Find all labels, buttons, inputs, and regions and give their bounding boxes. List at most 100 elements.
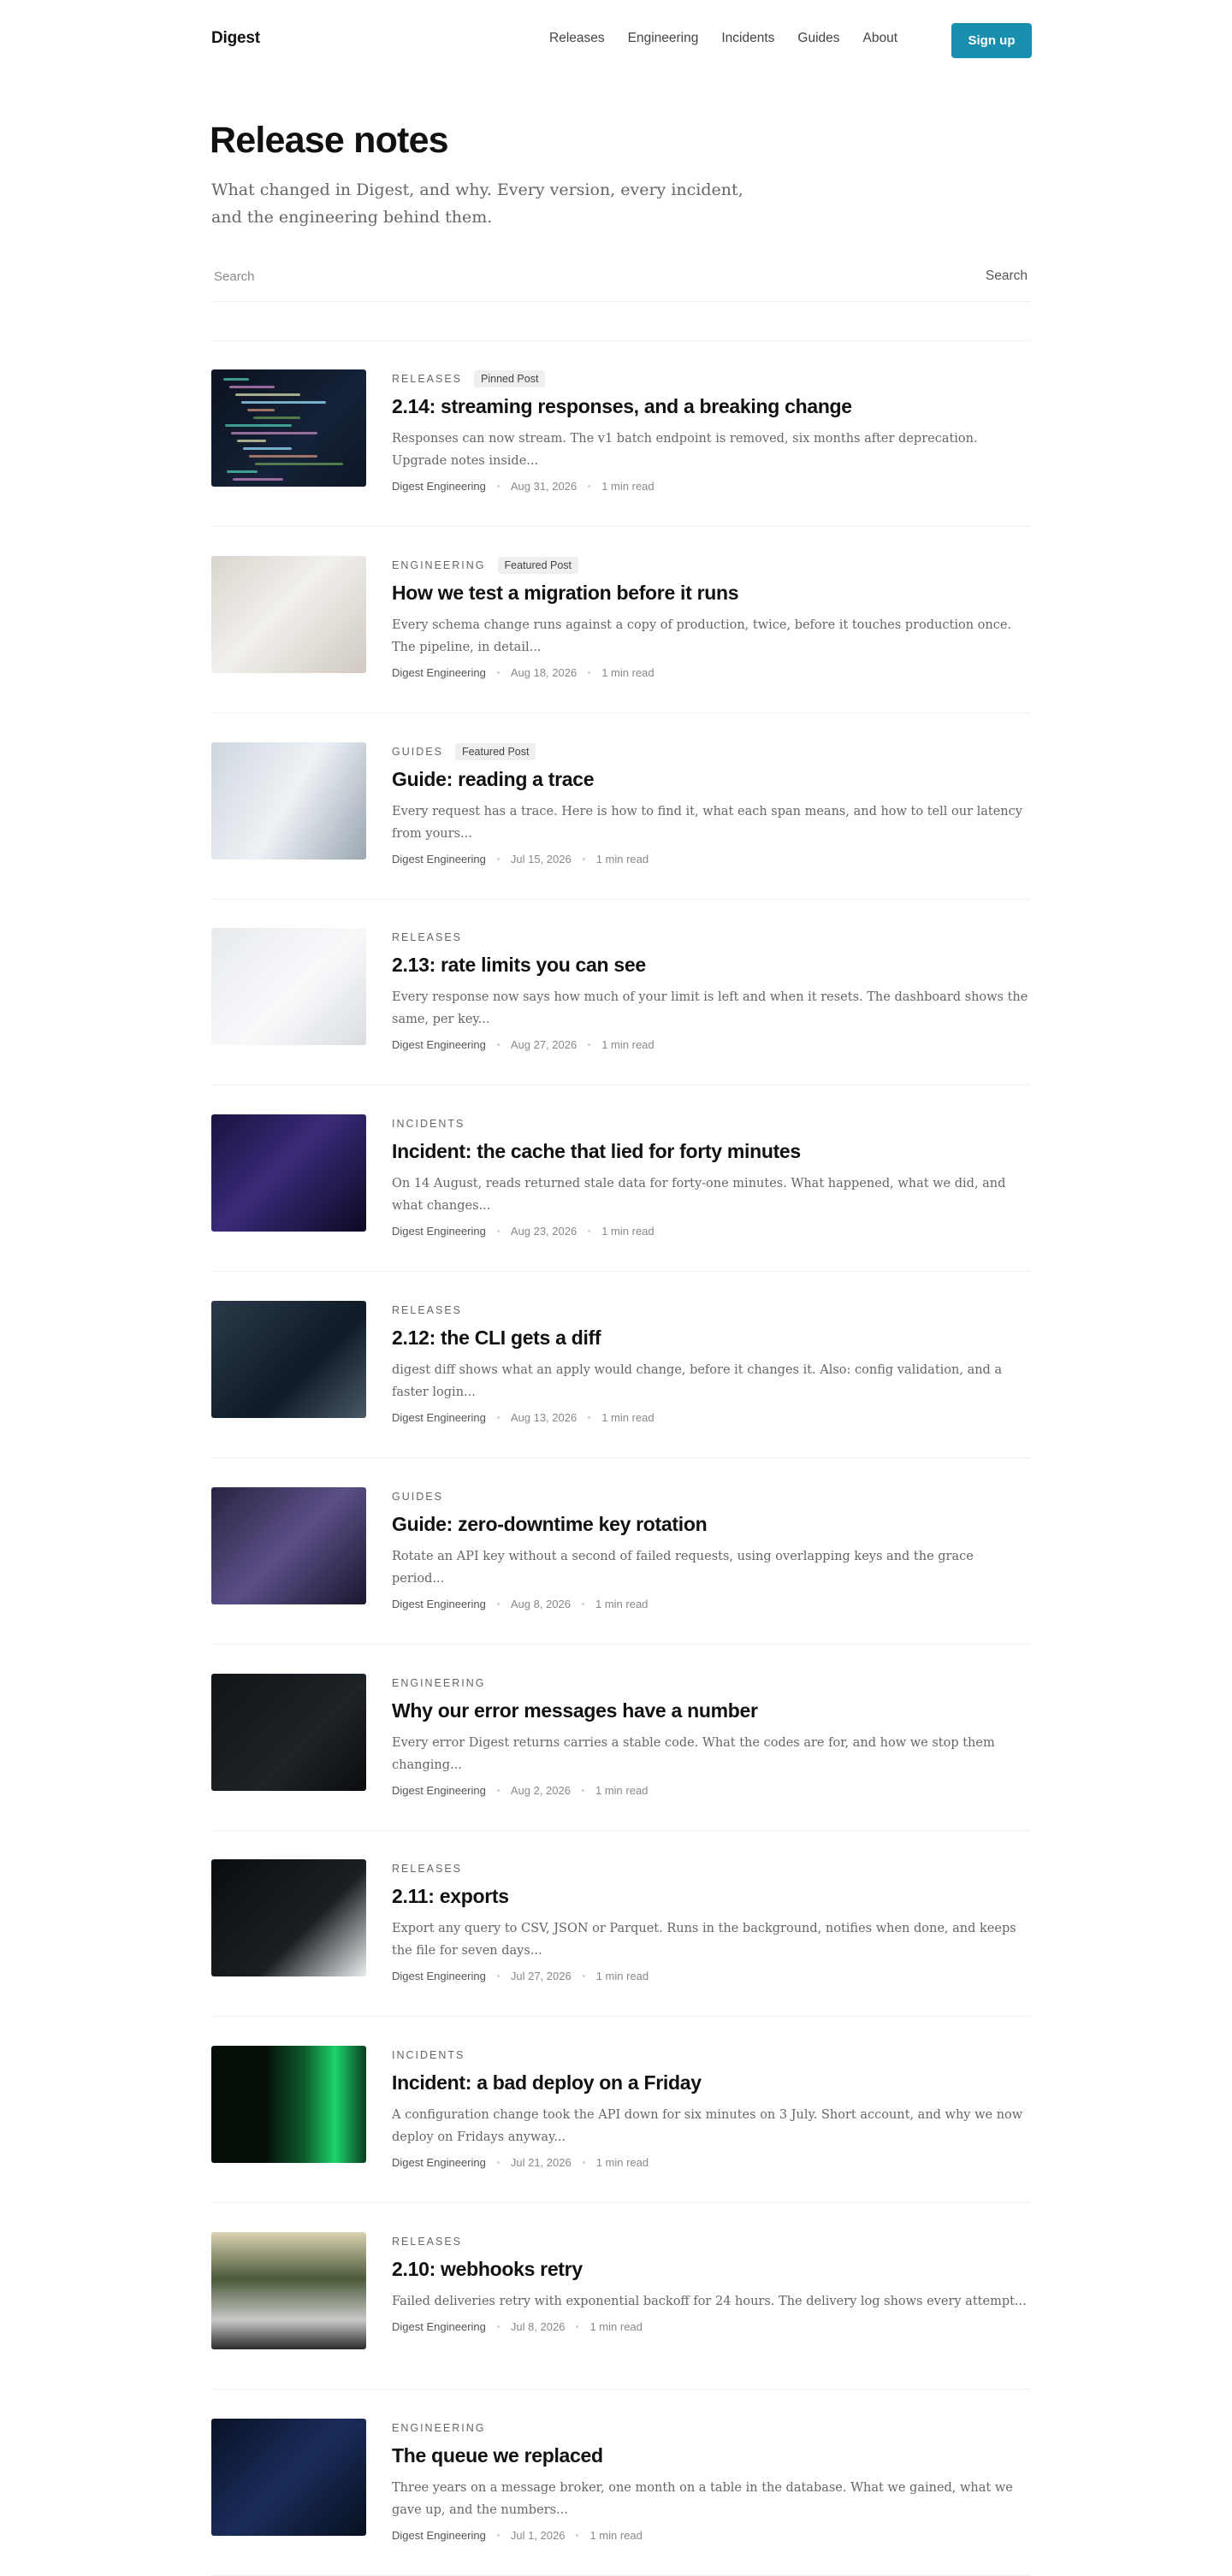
post-title[interactable]: 2.13: rate limits you can see xyxy=(392,954,1029,977)
post-author[interactable]: Digest Engineering xyxy=(392,1598,486,1610)
post-thumbnail[interactable] xyxy=(211,1674,366,1791)
post-title[interactable]: 2.11: exports xyxy=(392,1885,1029,1908)
search-bar: Search xyxy=(211,261,1031,302)
nav-incidents[interactable]: Incidents xyxy=(721,31,774,46)
post-meta: Digest Engineering Aug 8, 2026 1 min rea… xyxy=(392,1598,1029,1610)
post-author[interactable]: Digest Engineering xyxy=(392,1784,486,1797)
post-author[interactable]: Digest Engineering xyxy=(392,480,486,493)
post-item[interactable]: Incidents Incident: a bad deploy on a Fr… xyxy=(211,2018,1031,2203)
post-item[interactable]: Guides Guide: zero-downtime key rotation… xyxy=(211,1459,1031,1645)
post-author[interactable]: Digest Engineering xyxy=(392,1411,486,1424)
post-category[interactable]: Incidents xyxy=(392,1118,465,1130)
post-title[interactable]: The queue we replaced xyxy=(392,2444,1029,2467)
post-title[interactable]: Guide: zero-downtime key rotation xyxy=(392,1513,1029,1536)
post-item[interactable]: Releases Pinned Post 2.14: streaming res… xyxy=(211,341,1031,527)
post-thumbnail[interactable] xyxy=(211,556,366,673)
post-category[interactable]: Engineering xyxy=(392,1677,486,1689)
nav-about[interactable]: About xyxy=(863,31,898,46)
post-body: Incidents Incident: the cache that lied … xyxy=(392,1114,1029,1238)
brand-logo[interactable]: Digest xyxy=(211,29,260,48)
post-body: Releases 2.11: exports Export any query … xyxy=(392,1859,1029,1983)
post-thumbnail[interactable] xyxy=(211,2046,366,2163)
post-category[interactable]: Guides xyxy=(392,1491,443,1503)
post-item[interactable]: Engineering Why our error messages have … xyxy=(211,1645,1031,1831)
post-category[interactable]: Releases xyxy=(392,373,462,385)
post-title[interactable]: Guide: reading a trace xyxy=(392,768,1029,791)
post-meta: Digest Engineering Aug 18, 2026 1 min re… xyxy=(392,666,1029,679)
post-author[interactable]: Digest Engineering xyxy=(392,666,486,679)
post-excerpt: digest diff shows what an apply would ch… xyxy=(392,1363,1003,1399)
post-item[interactable]: Releases 2.10: webhooks retry Failed del… xyxy=(211,2204,1031,2390)
post-author[interactable]: Digest Engineering xyxy=(392,853,486,866)
post-category[interactable]: Releases xyxy=(392,931,462,943)
separator-dot xyxy=(576,2534,579,2537)
post-author[interactable]: Digest Engineering xyxy=(392,2320,486,2333)
post-author[interactable]: Digest Engineering xyxy=(392,2156,486,2169)
nav-releases[interactable]: Releases xyxy=(549,31,605,46)
post-title[interactable]: Incident: a bad deploy on a Friday xyxy=(392,2071,1029,2094)
post-meta-top: Releases xyxy=(392,1859,1029,1877)
separator-dot xyxy=(581,1789,584,1792)
separator-dot xyxy=(496,1230,500,1232)
post-thumbnail[interactable] xyxy=(211,1487,366,1604)
post-excerpt: Every request has a trace. Here is how t… xyxy=(392,805,1022,841)
post-category[interactable]: Engineering xyxy=(392,559,486,571)
search-button[interactable]: Search xyxy=(986,269,1028,284)
post-item[interactable]: Releases 2.13: rate limits you can see E… xyxy=(211,900,1031,1085)
post-category[interactable]: Guides xyxy=(392,746,443,758)
post-category[interactable]: Releases xyxy=(392,2236,462,2248)
code-line-decoration xyxy=(255,463,343,465)
code-line-decoration xyxy=(227,470,258,473)
post-thumbnail[interactable] xyxy=(211,742,366,860)
post-item[interactable]: Engineering The queue we replaced Three … xyxy=(211,2390,1031,2576)
post-category[interactable]: Incidents xyxy=(392,2049,465,2061)
post-meta: Digest Engineering Aug 2, 2026 1 min rea… xyxy=(392,1784,1029,1797)
post-thumbnail[interactable] xyxy=(211,2232,366,2349)
separator-dot xyxy=(496,2325,500,2328)
post-thumbnail[interactable] xyxy=(211,369,366,487)
post-badge: Featured Post xyxy=(497,556,579,574)
post-thumbnail[interactable] xyxy=(211,1301,366,1418)
post-title[interactable]: 2.12: the CLI gets a diff xyxy=(392,1326,1029,1350)
post-item[interactable]: Releases 2.11: exports Export any query … xyxy=(211,1831,1031,2017)
post-title[interactable]: Incident: the cache that lied for forty … xyxy=(392,1140,1029,1163)
nav-engineering[interactable]: Engineering xyxy=(628,31,699,46)
post-author[interactable]: Digest Engineering xyxy=(392,1970,486,1982)
post-read-time: 1 min read xyxy=(601,1038,654,1051)
post-meta-top: Incidents xyxy=(392,2046,1029,2064)
nav-guides[interactable]: Guides xyxy=(797,31,839,46)
post-item[interactable]: Incidents Incident: the cache that lied … xyxy=(211,1086,1031,1272)
post-excerpt: Every error Digest returns carries a sta… xyxy=(392,1736,995,1772)
post-thumbnail[interactable] xyxy=(211,928,366,1045)
post-item[interactable]: Guides Featured Post Guide: reading a tr… xyxy=(211,714,1031,900)
separator-dot xyxy=(496,858,500,860)
post-excerpt: Every schema change runs against a copy … xyxy=(392,618,1012,654)
main-nav: Releases Engineering Incidents Guides Ab… xyxy=(549,31,921,46)
post-thumbnail[interactable] xyxy=(211,1859,366,1976)
separator-dot xyxy=(588,1230,591,1232)
post-item[interactable]: Engineering Featured Post How we test a … xyxy=(211,528,1031,713)
search-input[interactable] xyxy=(211,261,879,292)
post-item[interactable]: Releases 2.12: the CLI gets a diff diges… xyxy=(211,1273,1031,1458)
post-category[interactable]: Releases xyxy=(392,1304,462,1316)
post-title[interactable]: Why our error messages have a number xyxy=(392,1699,1029,1722)
post-category[interactable]: Engineering xyxy=(392,2422,486,2434)
post-author[interactable]: Digest Engineering xyxy=(392,2529,486,2542)
post-title[interactable]: 2.10: webhooks retry xyxy=(392,2258,1029,2281)
separator-dot xyxy=(588,1416,591,1419)
post-author[interactable]: Digest Engineering xyxy=(392,1225,486,1238)
post-meta: Digest Engineering Aug 31, 2026 1 min re… xyxy=(392,480,1029,493)
signup-button[interactable]: Sign up xyxy=(951,23,1032,58)
post-meta: Digest Engineering Aug 23, 2026 1 min re… xyxy=(392,1225,1029,1238)
separator-dot xyxy=(582,2161,585,2164)
separator-dot xyxy=(496,1043,500,1046)
post-read-time: 1 min read xyxy=(601,1411,654,1424)
post-author[interactable]: Digest Engineering xyxy=(392,1038,486,1051)
post-date: Aug 8, 2026 xyxy=(510,1598,571,1610)
post-title[interactable]: 2.14: streaming responses, and a breakin… xyxy=(392,395,1029,418)
post-thumbnail[interactable] xyxy=(211,2419,366,2536)
post-title[interactable]: How we test a migration before it runs xyxy=(392,582,1029,605)
post-thumbnail[interactable] xyxy=(211,1114,366,1232)
post-date: Jul 8, 2026 xyxy=(510,2320,566,2333)
post-category[interactable]: Releases xyxy=(392,1863,462,1875)
